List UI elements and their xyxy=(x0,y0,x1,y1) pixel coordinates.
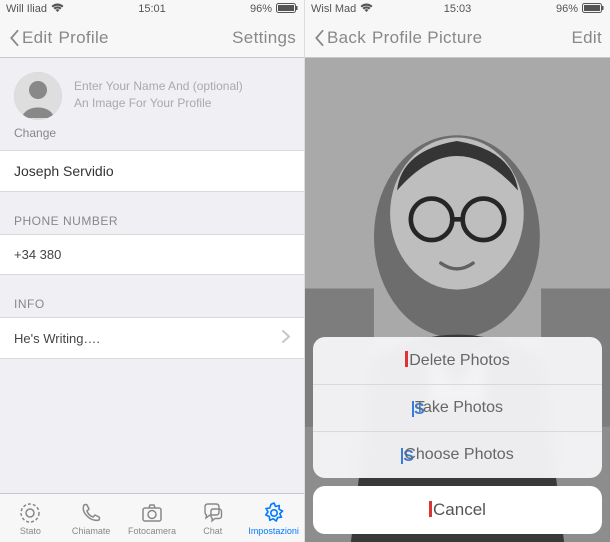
take-photos-button[interactable]: STake Photos xyxy=(313,385,602,432)
nav-bar: Back Profile Picture Edit xyxy=(305,18,610,58)
screen-profile-picture: Wisl Mad 15:03 96% Back Profile Picture xyxy=(305,0,610,542)
tab-label: Stato xyxy=(20,526,41,536)
clock-label: 15:03 xyxy=(444,3,472,15)
tab-label: Fotocamera xyxy=(128,526,176,536)
change-photo-link[interactable]: Change xyxy=(0,126,304,150)
profile-hint: Enter Your Name And (optional) An Image … xyxy=(62,72,290,112)
chevron-right-icon xyxy=(282,330,290,346)
back-label: Edit xyxy=(22,28,53,48)
choose-photos-button[interactable]: SChoose Photos xyxy=(313,432,602,478)
wifi-icon xyxy=(51,3,64,16)
phone-section-label: PHONE NUMBER xyxy=(0,192,304,234)
delete-photos-button[interactable]: Delete Photos xyxy=(313,337,602,385)
nav-title: Profile xyxy=(59,28,109,48)
info-row[interactable]: He's Writing…. xyxy=(0,317,304,359)
name-value: Joseph Servidio xyxy=(14,163,114,179)
tab-chiamate[interactable]: Chiamate xyxy=(61,494,122,542)
nav-title: Profile Picture xyxy=(372,28,482,48)
name-field[interactable]: Joseph Servidio xyxy=(0,150,304,192)
clock-label: 15:01 xyxy=(138,3,166,15)
tab-impostazioni[interactable]: Impostazioni xyxy=(243,494,304,542)
phone-row[interactable]: +34 380 xyxy=(0,234,304,275)
status-bar: Will Iliad 15:01 96% xyxy=(0,0,304,18)
tab-fotocamera[interactable]: Fotocamera xyxy=(122,494,183,542)
back-button[interactable]: Back xyxy=(313,28,366,48)
tab-chat[interactable]: Chat xyxy=(182,494,243,542)
screen-edit-profile: Will Iliad 15:01 96% Edit Profile Setti xyxy=(0,0,305,542)
phone-value: +34 380 xyxy=(14,247,61,262)
tab-label: Chat xyxy=(203,526,222,536)
nav-right-label: Settings xyxy=(232,28,296,48)
carrier-label: Will Iliad xyxy=(6,3,47,15)
back-button[interactable]: Edit xyxy=(8,28,53,48)
avatar[interactable] xyxy=(14,72,62,120)
tab-label: Chiamate xyxy=(72,526,111,536)
battery-icon xyxy=(276,3,298,16)
tab-bar: Stato Chiamate Fotocamera Chat Impostazi… xyxy=(0,493,304,542)
back-label: Back xyxy=(327,28,366,48)
battery-icon xyxy=(582,3,604,16)
tab-label: Impostazioni xyxy=(248,526,299,536)
cancel-button[interactable]: Cancel xyxy=(313,486,602,534)
battery-percent: 96% xyxy=(250,3,272,15)
info-value: He's Writing…. xyxy=(14,331,100,346)
battery-percent: 96% xyxy=(556,3,578,15)
info-section-label: INFO xyxy=(0,275,304,317)
action-sheet: Delete Photos STake Photos SChoose Photo… xyxy=(313,337,602,534)
wifi-icon xyxy=(360,3,373,16)
nav-bar: Edit Profile Settings xyxy=(0,18,304,58)
edit-button[interactable]: Edit xyxy=(572,28,603,48)
carrier-label: Wisl Mad xyxy=(311,3,356,15)
status-bar: Wisl Mad 15:03 96% xyxy=(305,0,610,18)
tab-stato[interactable]: Stato xyxy=(0,494,61,542)
